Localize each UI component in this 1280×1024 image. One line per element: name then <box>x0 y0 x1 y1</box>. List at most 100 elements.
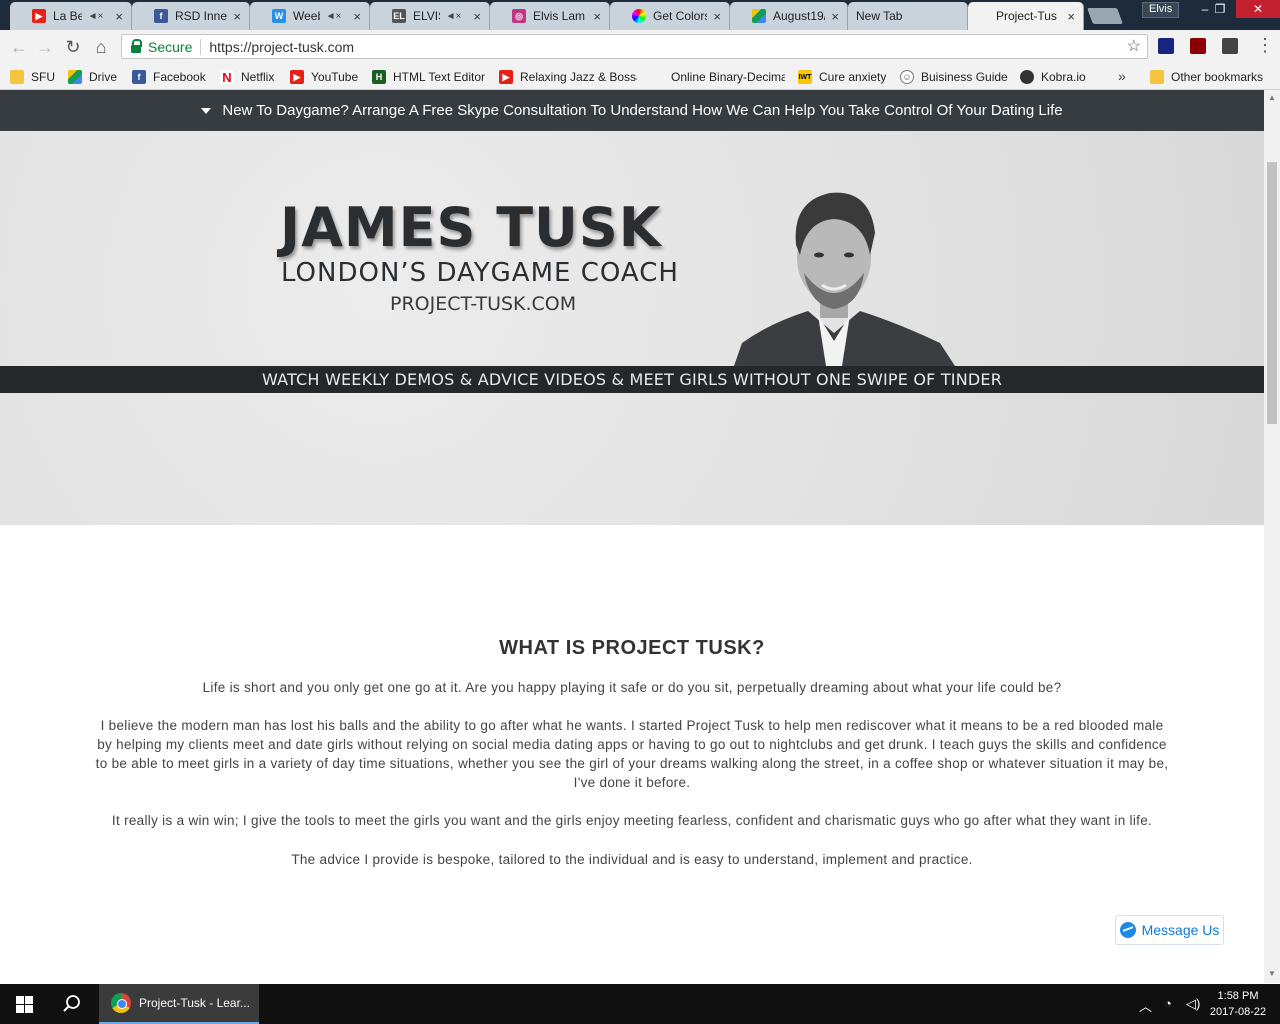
iwt-icon: IWT <box>798 70 812 84</box>
clock-date: 2017-08-22 <box>1209 1006 1267 1018</box>
bookmark-sfu[interactable]: SFU <box>10 67 55 87</box>
taskbar-app-title: Project-Tusk - Lear... <box>139 996 250 1010</box>
section-heading: WHAT IS PROJECT TUSK? <box>499 637 765 659</box>
extension-list-icon[interactable] <box>1222 38 1238 54</box>
folder-icon <box>10 70 24 84</box>
message-us-button[interactable]: Message Us <box>1115 915 1224 945</box>
weebly-icon: W <box>272 9 286 23</box>
profile-button[interactable]: Elvis <box>1142 2 1180 18</box>
bookmark-netflix[interactable]: N Netflix <box>220 67 274 87</box>
messenger-icon <box>1119 922 1136 938</box>
hero-site: PROJECT-TUSK.COM <box>390 293 577 315</box>
chevron-up-icon[interactable]: ︿ <box>1139 996 1152 1015</box>
system-clock[interactable]: 1:58 PM 2017-08-22 <box>1206 988 1270 1020</box>
bookmark-kobra[interactable]: Kobra.io <box>1020 67 1086 87</box>
bookmark-label: Online Binary-Decima <box>671 70 785 84</box>
windows-taskbar: Project-Tusk - Lear... ︿ ◔ ◁) 1:58 PM 20… <box>0 984 1280 1024</box>
reload-icon[interactable]: ↻ <box>62 36 84 58</box>
bookmark-drive[interactable]: Drive <box>68 67 117 87</box>
bookmark-label: Buisiness Guide <box>921 70 1008 84</box>
volume-icon[interactable]: ◁) <box>1186 996 1200 1012</box>
bookmark-cure-anxiety[interactable]: IWT Cure anxiety <box>798 67 886 87</box>
tab-new-tab[interactable]: New Tab <box>848 2 968 30</box>
tab-title: Get Colors <box>653 9 708 23</box>
hero-banner: JAMES TUSK LONDON’S DAYGAME COACH PROJEC… <box>0 131 1264 525</box>
tab-title: August19/ <box>773 9 826 23</box>
search-icon[interactable] <box>62 994 82 1014</box>
close-icon[interactable]: × <box>115 9 123 24</box>
back-arrow-icon[interactable]: ← <box>8 36 30 58</box>
tab-weebly[interactable]: W Weebly ◄× × <box>250 2 370 30</box>
new-tab-button[interactable] <box>1087 8 1123 24</box>
kobra-icon <box>1020 70 1034 84</box>
close-icon[interactable]: × <box>353 9 361 24</box>
tab-get-colors[interactable]: Get Colors × <box>610 2 730 30</box>
windows-start-icon[interactable] <box>16 996 33 1013</box>
speaker-muted-icon[interactable]: ◄× <box>88 11 104 22</box>
close-icon[interactable]: × <box>473 9 481 24</box>
clock-time: 1:58 PM <box>1217 990 1259 1002</box>
extension-ublock-icon[interactable] <box>1190 38 1206 54</box>
menu-dots-icon[interactable]: ⋮ <box>1256 36 1274 54</box>
restore-icon[interactable]: ❐ <box>1205 0 1235 18</box>
tab-title: Project-Tus <box>996 9 1057 23</box>
tab-august19[interactable]: August19/ × <box>730 2 848 30</box>
close-window-icon[interactable]: ✕ <box>1236 0 1280 18</box>
home-icon[interactable]: ⌂ <box>90 36 112 58</box>
more-bookmarks-icon[interactable]: » <box>1118 68 1126 84</box>
page-scrollbar[interactable]: ▲ ▼ <box>1264 90 1280 983</box>
promo-text[interactable]: New To Daygame? Arrange A Free Skype Con… <box>222 102 1062 119</box>
bookmark-html-text-editor[interactable]: H HTML Text Editor <box>372 67 485 87</box>
bookmark-other[interactable]: Other bookmarks <box>1150 67 1263 87</box>
close-icon[interactable]: × <box>1067 9 1075 24</box>
caret-down-icon <box>201 107 212 114</box>
tab-project-tusk[interactable]: Project-Tus × <box>968 2 1084 30</box>
facebook-icon: f <box>132 70 146 84</box>
bookmark-label: SFU <box>31 70 55 84</box>
taskbar-chrome-app[interactable]: Project-Tusk - Lear... <box>99 984 259 1024</box>
tab-rsd-inner[interactable]: f RSD Inner × <box>132 2 250 30</box>
url-text[interactable]: https://project-tusk.com <box>209 39 354 55</box>
tab-elvis-la[interactable]: EL ELVIS LA ◄× × <box>370 2 490 30</box>
bookmark-label: Kobra.io <box>1041 70 1086 84</box>
promo-bar[interactable]: New To Daygame? Arrange A Free Skype Con… <box>0 90 1264 131</box>
tab-elvis-lam[interactable]: ◎ Elvis Lam ( × <box>490 2 610 30</box>
scroll-up-icon[interactable]: ▲ <box>1268 93 1276 102</box>
wifi-icon[interactable]: ◔ <box>1164 996 1172 1011</box>
reddit-icon: ☺ <box>900 70 914 84</box>
speaker-muted-icon[interactable]: ◄× <box>446 11 462 22</box>
close-icon[interactable]: × <box>713 9 721 24</box>
bookmark-binary-decimal[interactable]: Online Binary-Decima <box>650 67 785 87</box>
close-icon[interactable]: × <box>233 9 241 24</box>
speaker-muted-icon[interactable]: ◄× <box>326 11 342 22</box>
bookmark-label: Cure anxiety <box>819 70 887 84</box>
tab-title: RSD Inner <box>175 9 228 23</box>
about-paragraph-4: The advice I provide is bespoke, tailore… <box>291 852 973 867</box>
page-viewport: New To Daygame? Arrange A Free Skype Con… <box>0 90 1264 983</box>
extension-chart-icon[interactable] <box>1158 38 1174 54</box>
bookmark-label: Facebook <box>153 70 206 84</box>
browser-toolbar: ← → ↻ ⌂ Secure https://project-tusk.com … <box>0 30 1280 63</box>
bookmark-facebook[interactable]: f Facebook <box>132 67 206 87</box>
bookmark-youtube[interactable]: ▶ YouTube <box>290 67 358 87</box>
facebook-icon: f <box>154 9 168 23</box>
lock-icon <box>131 38 142 53</box>
bookmark-relaxing-jazz[interactable]: ▶ Relaxing Jazz & Bossa <box>499 67 637 87</box>
bookmarks-bar: SFU Drive f Facebook N Netflix ▶ YouTube… <box>0 63 1280 90</box>
close-icon[interactable]: × <box>831 9 839 24</box>
scroll-thumb[interactable] <box>1267 162 1277 424</box>
tab-title: Weebly <box>293 9 320 23</box>
page-icon <box>650 70 664 84</box>
bookmark-business-guide[interactable]: ☺ Buisiness Guide <box>900 67 1008 87</box>
close-icon[interactable]: × <box>593 9 601 24</box>
coach-portrait <box>734 192 955 366</box>
address-bar[interactable]: Secure https://project-tusk.com ☆ <box>121 34 1148 59</box>
bookmark-label: Other bookmarks <box>1171 70 1264 84</box>
bookmark-star-icon[interactable]: ☆ <box>1127 36 1141 56</box>
forward-arrow-icon[interactable]: → <box>34 36 56 58</box>
scroll-down-icon[interactable]: ▼ <box>1268 969 1276 978</box>
message-us-label: Message Us <box>1141 922 1220 938</box>
bookmark-label: HTML Text Editor <box>393 70 486 84</box>
tab-la-belle[interactable]: ▶ La Belle ◄× × <box>10 2 132 30</box>
tab-title: ELVIS LA <box>413 9 440 23</box>
